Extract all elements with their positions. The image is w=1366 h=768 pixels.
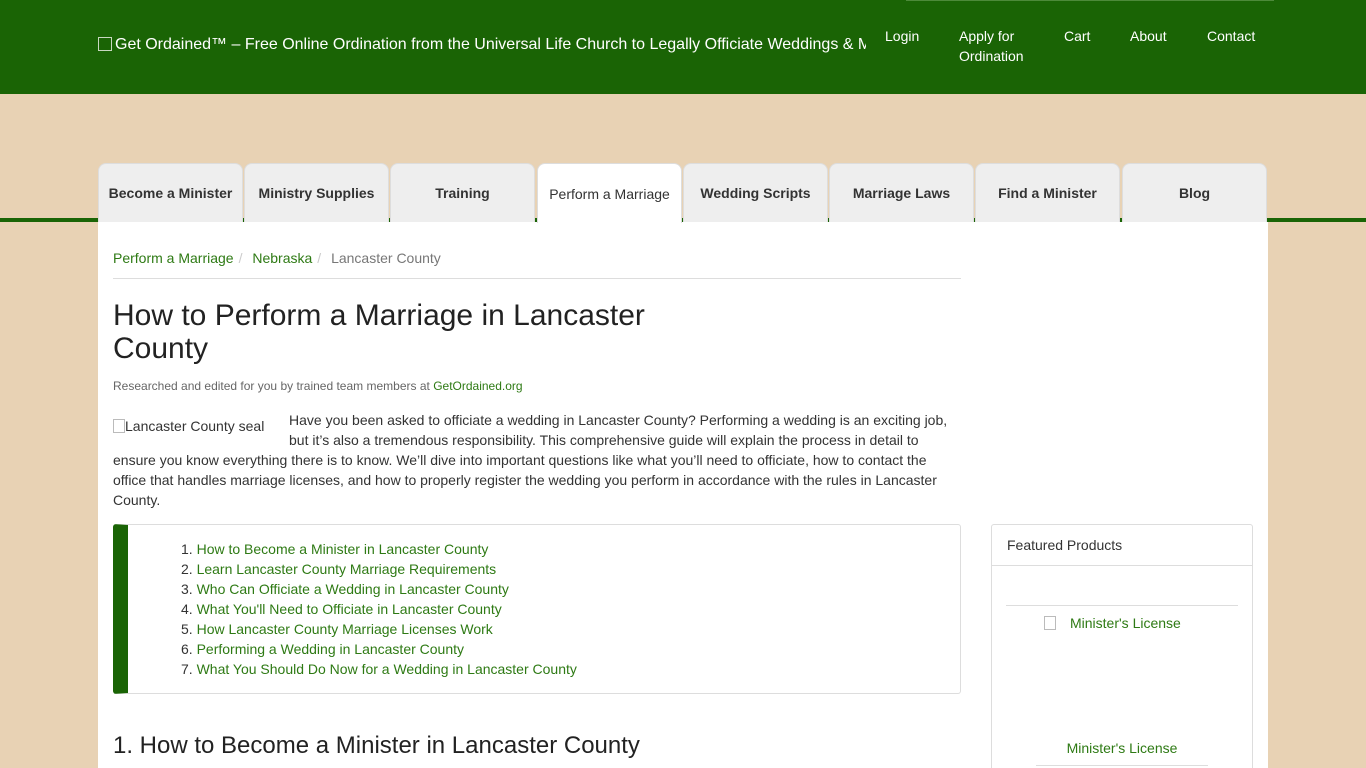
toc-item-number: 2. (181, 561, 193, 577)
broken-image-icon (1044, 616, 1056, 630)
toc-item: 7. What You Should Do Now for a Wedding … (181, 659, 577, 679)
site-logo-alt-text: Get Ordained™ – Free Online Ordination f… (115, 36, 866, 53)
nav-apply-for-ordination[interactable]: Apply for Ordination (959, 26, 1024, 66)
nav-apply-line2: Ordination (959, 48, 1024, 64)
toc-item: 6. Performing a Wedding in Lancaster Cou… (181, 639, 577, 659)
nav-contact[interactable]: Contact (1207, 26, 1255, 46)
toc-item-number: 3. (181, 581, 193, 597)
toc-link-performing-wedding[interactable]: Performing a Wedding in Lancaster County (197, 641, 464, 657)
toc-item-number: 5. (181, 621, 193, 637)
tab-ministry-supplies[interactable]: Ministry Supplies (244, 163, 389, 222)
tab-become-a-minister[interactable]: Become a Minister (98, 163, 243, 222)
site-header: Get Ordained™ – Free Online Ordination f… (0, 0, 1366, 94)
county-seal-alt-text: Lancaster County seal (125, 418, 265, 434)
table-of-contents: 1. How to Become a Minister in Lancaster… (113, 524, 961, 694)
breadcrumb-separator: / (238, 250, 243, 266)
toc-item: 2. Learn Lancaster County Marriage Requi… (181, 559, 577, 579)
broken-image-icon (98, 37, 112, 51)
breadcrumb-current: Lancaster County (331, 250, 441, 266)
toc-link-what-to-do-now[interactable]: What You Should Do Now for a Wedding in … (197, 661, 577, 677)
tab-blog[interactable]: Blog (1122, 163, 1267, 222)
breadcrumb-nebraska[interactable]: Nebraska (252, 250, 312, 266)
toc-item-number: 1. (181, 541, 193, 557)
tab-training[interactable]: Training (390, 163, 535, 222)
intro-paragraph: Lancaster County seal Have you been aske… (113, 410, 961, 510)
tab-marriage-laws[interactable]: Marriage Laws (829, 163, 974, 222)
panel-divider (1006, 605, 1238, 606)
toc-link-what-youll-need[interactable]: What You'll Need to Officiate in Lancast… (197, 601, 502, 617)
nav-cart[interactable]: Cart (1064, 26, 1090, 46)
tab-find-a-minister[interactable]: Find a Minister (975, 163, 1120, 222)
toc-item-number: 4. (181, 601, 193, 617)
site-logo-link[interactable]: Get Ordained™ – Free Online Ordination f… (98, 36, 866, 58)
breadcrumb-divider (113, 278, 961, 279)
toc-item-number: 6. (181, 641, 193, 657)
tab-wedding-scripts[interactable]: Wedding Scripts (683, 163, 828, 222)
page-title: How to Perform a Marriage in Lancaster C… (113, 299, 645, 365)
broken-image-icon (113, 419, 125, 433)
county-seal-image: Lancaster County seal (113, 410, 289, 450)
toc-item-number: 7. (181, 661, 193, 677)
toc-item: 5. How Lancaster County Marriage License… (181, 619, 577, 639)
toc-item: 3. Who Can Officiate a Wedding in Lancas… (181, 579, 577, 599)
featured-products-panel: Featured Products Minister's License Min… (991, 524, 1253, 768)
toc-link-who-can-officiate[interactable]: Who Can Officiate a Wedding in Lancaster… (197, 581, 509, 597)
byline: Researched and edited for you by trained… (113, 379, 523, 393)
toc-link-become-minister[interactable]: How to Become a Minister in Lancaster Co… (197, 541, 489, 557)
toc-list: 1. How to Become a Minister in Lancaster… (181, 539, 577, 679)
toc-link-marriage-licenses[interactable]: How Lancaster County Marriage Licenses W… (197, 621, 493, 637)
toc-item: 1. How to Become a Minister in Lancaster… (181, 539, 577, 559)
nav-about[interactable]: About (1130, 26, 1167, 46)
breadcrumb-perform-a-marriage[interactable]: Perform a Marriage (113, 250, 234, 266)
panel-divider (1036, 765, 1208, 766)
byline-link[interactable]: GetOrdained.org (433, 379, 522, 393)
nav-login[interactable]: Login (885, 26, 919, 46)
toc-link-marriage-requirements[interactable]: Learn Lancaster County Marriage Requirem… (197, 561, 497, 577)
toc-item: 4. What You'll Need to Officiate in Lanc… (181, 599, 577, 619)
product-image-alt-text: Minister's License (1070, 615, 1181, 631)
tab-perform-a-marriage[interactable]: Perform a Marriage (537, 163, 682, 223)
section-heading: 1. How to Become a Minister in Lancaster… (113, 732, 640, 759)
product-image-link[interactable]: Minister's License (1044, 615, 1181, 631)
product-name-link[interactable]: Minister's License (992, 740, 1252, 756)
breadcrumb-separator: / (317, 250, 322, 266)
featured-products-title: Featured Products (992, 525, 1252, 566)
header-top-rule (906, 0, 1274, 1)
breadcrumb: Perform a Marriage / Nebraska / Lancaster … (113, 250, 441, 266)
byline-prefix: Researched and edited for you by trained… (113, 379, 434, 393)
nav-apply-line1: Apply for (959, 28, 1015, 44)
